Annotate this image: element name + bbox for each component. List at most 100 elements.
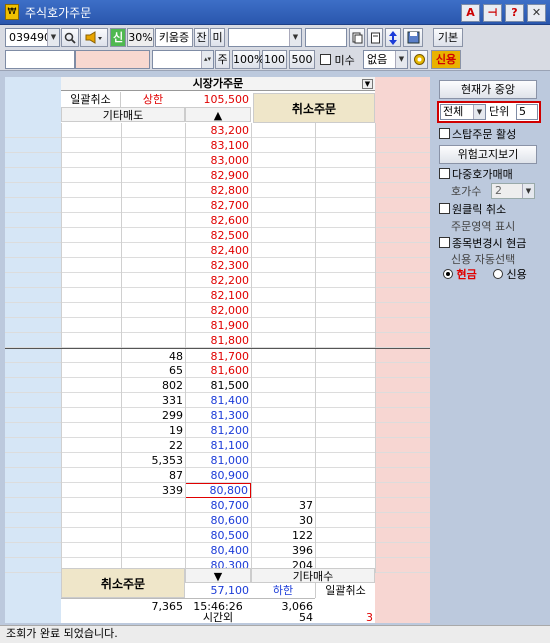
status-text: 조회가 완료 되었습니다. — [6, 627, 118, 640]
qty-500-button[interactable]: 500 — [289, 50, 315, 69]
unit-label: 단위 — [489, 105, 510, 118]
price-cell[interactable]: 81,300 — [185, 408, 251, 423]
sell-qty-cell — [121, 528, 185, 543]
market-order-header[interactable]: 시장가주문 — [61, 77, 375, 91]
spin-icon[interactable]: ▴▾ — [201, 51, 213, 68]
other-buy-header[interactable]: 기타매수 — [251, 568, 375, 583]
price-cell[interactable]: 81,600 — [185, 363, 251, 378]
credit-tag[interactable]: 신 — [110, 28, 126, 47]
column-divider — [61, 363, 62, 378]
price-cell[interactable]: 81,700 — [185, 349, 251, 364]
price-cell[interactable]: 82,100 — [185, 288, 251, 303]
on-change-checkbox[interactable]: 종목변경시 현금 — [439, 236, 526, 251]
risk-notice-button[interactable]: 위험고지보기 — [439, 145, 537, 164]
credit-button[interactable]: 신용 — [431, 50, 461, 69]
link-button[interactable]: ⊣ — [483, 4, 502, 22]
order-qty-input[interactable] — [5, 50, 75, 69]
sell-qty-cell — [121, 183, 185, 198]
stop-order-checkbox[interactable]: 스탑주문 활성 — [439, 127, 516, 142]
chevron-down-icon[interactable]: ▼ — [522, 184, 534, 198]
quantity-stepper[interactable]: ▴▾ — [152, 50, 214, 69]
chevron-down-icon[interactable]: ▼ — [47, 29, 59, 46]
price-cell[interactable]: 83,200 — [185, 123, 251, 138]
price-cell[interactable]: 83,100 — [185, 138, 251, 153]
multi-quote-checkbox[interactable]: 다중호가매매 — [439, 167, 513, 182]
price-cell[interactable]: 81,400 — [185, 393, 251, 408]
price-cell[interactable]: 81,900 — [185, 318, 251, 333]
bulk-cancel-sell[interactable]: 일괄취소 — [61, 92, 121, 107]
settings-icon[interactable] — [410, 50, 428, 69]
font-size-button[interactable]: A — [461, 4, 480, 22]
copy-icon[interactable] — [349, 28, 365, 47]
price-cell[interactable]: 80,600 — [185, 513, 251, 528]
price-cell[interactable]: 81,200 — [185, 423, 251, 438]
misu-select[interactable]: 없음 ▼ — [363, 50, 408, 69]
unit-input[interactable]: 5 — [516, 104, 538, 120]
price-cell[interactable]: 80,800 — [185, 483, 251, 498]
price-cell[interactable]: 82,900 — [185, 168, 251, 183]
price-cell[interactable]: 82,200 — [185, 273, 251, 288]
unfilled-button[interactable]: 미 — [210, 28, 225, 47]
column-divider — [185, 228, 186, 243]
scroll-up-button[interactable]: ▲ — [185, 107, 251, 122]
price-cell[interactable]: 81,500 — [185, 378, 251, 393]
qty-100pct-button[interactable]: 100% — [232, 50, 264, 69]
price-cell[interactable]: 82,500 — [185, 228, 251, 243]
qty-100-button[interactable]: 100 — [262, 50, 287, 69]
other-sell-header[interactable]: 기타매도 — [61, 107, 185, 122]
scope-select[interactable]: 전체 ▼ — [440, 104, 486, 120]
cancel-order-sell-button[interactable]: 취소주문 — [253, 93, 375, 123]
help-button[interactable]: ? — [505, 4, 524, 22]
column-divider — [121, 513, 122, 528]
account-select[interactable]: ▼ — [228, 28, 302, 47]
column-divider — [121, 438, 122, 453]
price-cell[interactable]: 80,900 — [185, 468, 251, 483]
price-cell[interactable]: 81,100 — [185, 438, 251, 453]
price-cell[interactable]: 82,000 — [185, 303, 251, 318]
speaker-icon[interactable] — [80, 28, 108, 47]
price-cell[interactable]: 81,800 — [185, 333, 251, 348]
password-input[interactable] — [305, 28, 347, 47]
cancel-order-buy-button[interactable]: 취소주문 — [61, 568, 185, 598]
column-divider — [315, 498, 316, 513]
price-cell[interactable]: 82,300 — [185, 258, 251, 273]
price-cell[interactable]: 81,000 — [185, 453, 251, 468]
order-price-input[interactable] — [75, 50, 150, 69]
chevron-down-icon[interactable]: ▼ — [289, 29, 301, 46]
quote-count-select[interactable]: 2 ▼ — [491, 183, 535, 199]
chevron-down-icon[interactable]: ▼ — [395, 51, 407, 68]
balance-button[interactable]: 잔 — [194, 28, 209, 47]
bulk-cancel-buy[interactable]: 일괄취소 — [315, 583, 375, 598]
cash-radio[interactable]: 현금 — [443, 267, 477, 282]
credit-radio[interactable]: 신용 — [493, 267, 527, 282]
close-button[interactable]: ✕ — [527, 4, 546, 22]
price-cell[interactable]: 82,700 — [185, 198, 251, 213]
stock-code-input[interactable]: 039490 ▼ — [5, 28, 60, 47]
chevron-down-icon[interactable]: ▼ — [473, 105, 485, 119]
stop-order-label: 스탑주문 활성 — [452, 128, 517, 141]
arrow-up-down-icon[interactable] — [385, 28, 401, 47]
save-icon[interactable] — [403, 28, 423, 47]
chevron-down-icon[interactable]: ▼ — [362, 79, 373, 89]
default-button[interactable]: 기본 — [433, 28, 463, 47]
current-center-button[interactable]: 현재가 중앙 — [439, 80, 537, 99]
price-cell[interactable]: 82,600 — [185, 213, 251, 228]
document-icon[interactable] — [367, 28, 383, 47]
misu-checkbox[interactable]: 미수 — [320, 52, 355, 68]
one-click-cancel-checkbox[interactable]: 원클릭 취소 — [439, 202, 506, 217]
column-divider — [61, 183, 62, 198]
price-cell[interactable]: 83,000 — [185, 153, 251, 168]
column-divider — [251, 303, 252, 318]
table-row: 80,700 37 — [5, 498, 430, 514]
price-cell[interactable]: 80,700 — [185, 498, 251, 513]
search-icon[interactable] — [61, 28, 79, 47]
column-divider — [251, 183, 252, 198]
column-divider — [61, 153, 62, 168]
scroll-down-button[interactable]: ▼ — [185, 568, 251, 583]
price-cell[interactable]: 82,800 — [185, 183, 251, 198]
sell-qty-cell: 87 — [169, 469, 183, 482]
price-cell[interactable]: 80,400 — [185, 543, 251, 558]
price-cell[interactable]: 82,400 — [185, 243, 251, 258]
table-row: 82,900 — [5, 168, 430, 184]
price-cell[interactable]: 80,500 — [185, 528, 251, 543]
